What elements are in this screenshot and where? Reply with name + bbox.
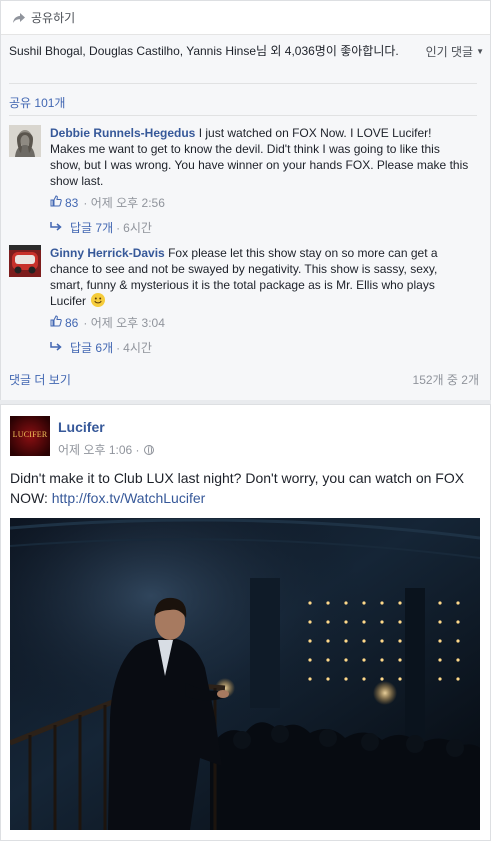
divider [9, 115, 477, 116]
more-comments-row: 댓글 더 보기 152개 중 2개 [9, 371, 479, 388]
comment-time[interactable]: 어제 오후 3:04 [91, 314, 165, 331]
post-card: LUCIFER Lucifer 어제 오후 1:06 · Didn't make… [0, 404, 491, 841]
comment-pager: 152개 중 2개 [412, 373, 479, 387]
comment-author[interactable]: Ginny Herrick-Davis [50, 246, 165, 260]
dot-separator: · [83, 195, 91, 210]
dot-separator: · [116, 340, 121, 355]
comment-author[interactable]: Debbie Runnels-Hegedus [50, 126, 195, 140]
comment-meta: 86 · 어제 오후 3:04 [50, 314, 165, 331]
replies-link[interactable]: 답글 6개 · 4시간 [50, 339, 152, 356]
post-time[interactable]: 어제 오후 1:06 · [58, 441, 140, 458]
likes-summary: Sushil Bhogal, Douglas Castilho, Yannis … [9, 43, 484, 59]
chevron-down-icon: ▼ [476, 47, 484, 56]
smiley-emoji-icon [91, 293, 106, 307]
view-more-comments-link[interactable]: 댓글 더 보기 [9, 373, 71, 387]
comment-time[interactable]: 어제 오후 2:56 [91, 194, 165, 211]
likes-text[interactable]: Sushil Bhogal, Douglas Castilho, Yannis … [9, 43, 409, 59]
dot-separator: · [116, 220, 121, 235]
avatar[interactable] [9, 245, 41, 277]
shares-count-link[interactable]: 공유 101개 [9, 94, 65, 111]
comment-like-count[interactable]: 83 [65, 196, 78, 210]
replies-count[interactable]: 답글 6개 [70, 339, 113, 356]
replies-count[interactable]: 답글 7개 [70, 219, 113, 236]
comment-body: Debbie Runnels-Hegedus I just watched on… [50, 125, 470, 189]
reply-time: 6시간 [123, 221, 152, 235]
avatar[interactable] [9, 125, 41, 157]
reply-arrow-icon [50, 341, 62, 355]
share-label: 공유하기 [31, 11, 76, 25]
ufi-section: Sushil Bhogal, Douglas Castilho, Yannis … [1, 35, 490, 400]
comment-body: Ginny Herrick-Davis Fox please let this … [50, 245, 470, 309]
dot-separator: · [83, 315, 91, 330]
post-photo[interactable] [10, 518, 480, 830]
page-avatar[interactable]: LUCIFER [10, 416, 50, 456]
page-name-link[interactable]: Lucifer [58, 419, 105, 435]
share-button[interactable]: 공유하기 [1, 1, 490, 35]
post-text: Didn't make it to Club LUX last night? D… [10, 468, 480, 508]
share-arrow-icon [12, 12, 26, 24]
reply-arrow-icon [50, 221, 62, 235]
thumbs-up-icon[interactable] [50, 315, 62, 330]
comments-card: 공유하기 Sushil Bhogal, Douglas Castilho, Ya… [0, 0, 491, 400]
thumbs-up-icon[interactable] [50, 195, 62, 210]
page-avatar-logo: LUCIFER [12, 430, 48, 439]
post-link[interactable]: http://fox.tv/WatchLucifer [52, 490, 206, 506]
post-meta: 어제 오후 1:06 · [58, 441, 154, 458]
reply-time: 4시간 [123, 341, 152, 355]
divider [9, 83, 477, 84]
sort-label: 인기 댓글 [425, 45, 474, 59]
comment-like-count[interactable]: 86 [65, 316, 78, 330]
comment-meta: 83 · 어제 오후 2:56 [50, 194, 165, 211]
globe-icon[interactable] [143, 444, 154, 455]
replies-link[interactable]: 답글 7개 · 6시간 [50, 219, 152, 236]
comment-sort-select[interactable]: 인기 댓글 ▼ [426, 43, 484, 60]
